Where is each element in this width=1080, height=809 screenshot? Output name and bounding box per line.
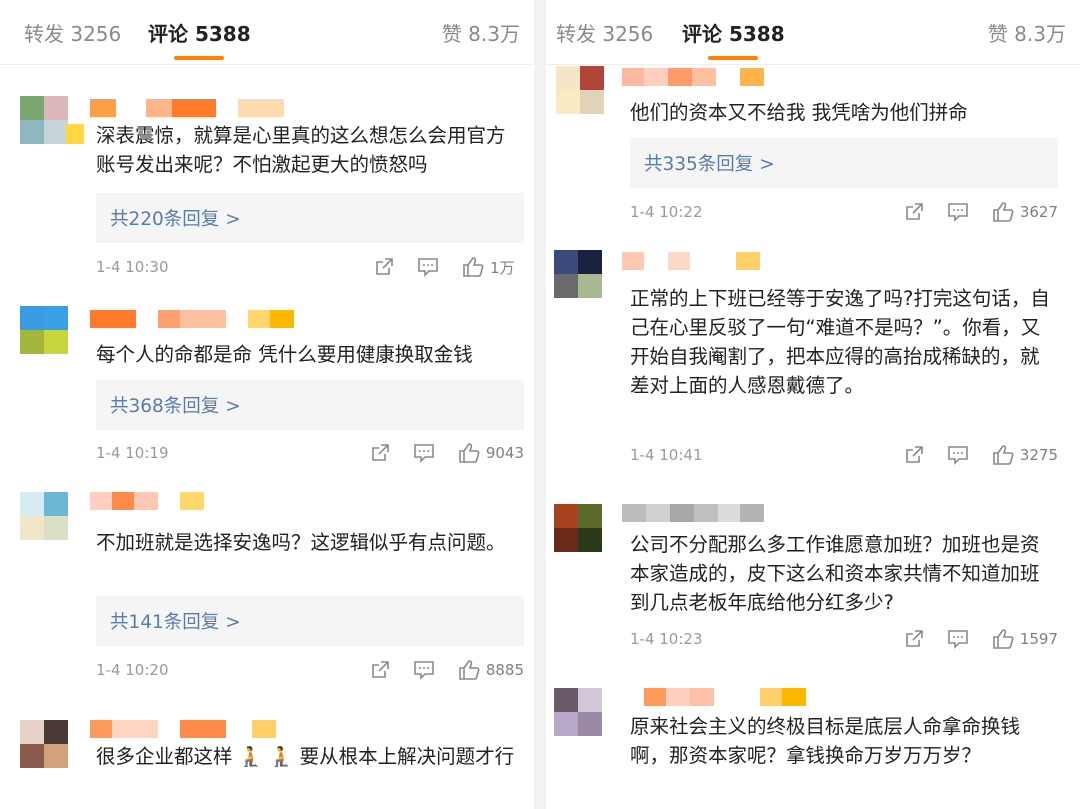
tab-comments[interactable]: 评论 5388 xyxy=(682,18,785,47)
timestamp: 1-4 10:30 xyxy=(96,258,169,276)
right-comment-panel: 转发 3256 评论 5388 赞 8.3万 他们的资本又不给我 我凭啥为他们拼… xyxy=(546,0,1080,809)
comment-meta: 1-4 10:20 8885 xyxy=(96,659,524,683)
comment-meta: 1-4 10:23 1597 xyxy=(630,628,1058,652)
left-comment-panel: 转发 3256 评论 5388 赞 8.3万 深表震惊，就算是心里真的这么想怎么… xyxy=(0,0,534,809)
like-button[interactable]: 3275 xyxy=(992,444,1058,466)
reply-summary[interactable]: 共368条回复 > xyxy=(96,380,524,430)
share-icon[interactable] xyxy=(902,628,926,650)
username-blurred[interactable] xyxy=(622,252,760,270)
comment-text: 不加班就是选择安逸吗？这逻辑似乎有点问题。 xyxy=(96,531,506,554)
avatar[interactable] xyxy=(554,688,602,736)
reply-count-link[interactable]: 共335条回复 > xyxy=(644,150,775,176)
comment-icon[interactable] xyxy=(412,442,436,464)
comment-icon[interactable] xyxy=(946,201,970,223)
timestamp: 1-4 10:41 xyxy=(630,446,703,464)
username-blurred[interactable] xyxy=(90,99,284,117)
like-icon xyxy=(463,257,484,277)
like-count: 1597 xyxy=(1019,630,1058,648)
like-icon xyxy=(459,660,480,680)
like-count: 1万 xyxy=(490,258,515,277)
avatar[interactable] xyxy=(556,66,604,114)
like-button[interactable]: 1万 xyxy=(462,256,524,278)
username-blurred[interactable] xyxy=(644,688,806,706)
like-icon xyxy=(459,443,480,463)
like-count: 3627 xyxy=(1019,203,1058,221)
avatar[interactable] xyxy=(554,504,602,552)
like-count: 8885 xyxy=(485,661,524,679)
tab-bar: 转发 3256 评论 5388 赞 8.3万 xyxy=(0,0,534,65)
like-button[interactable]: 1597 xyxy=(992,628,1058,650)
reply-count-link[interactable]: 共220条回复 > xyxy=(110,205,241,231)
avatar[interactable] xyxy=(20,96,68,144)
comment-text: 深表震惊，就算是心里真的这么想怎么会用官方账号发出来呢？不怕激起更大的愤怒吗 xyxy=(96,124,506,176)
reply-summary[interactable]: 共220条回复 > xyxy=(96,193,524,243)
like-icon xyxy=(993,445,1014,465)
like-count: 3275 xyxy=(1019,446,1058,464)
username-blurred[interactable] xyxy=(90,720,276,738)
username-blurred[interactable] xyxy=(90,492,204,510)
tab-repost[interactable]: 转发 3256 xyxy=(24,18,121,47)
tab-comments[interactable]: 评论 5388 xyxy=(148,18,251,47)
like-icon xyxy=(993,629,1014,649)
username-blurred[interactable] xyxy=(90,310,294,328)
timestamp: 1-4 10:20 xyxy=(96,661,169,679)
username-blurred[interactable] xyxy=(622,504,764,522)
username-blurred[interactable] xyxy=(622,68,764,86)
timestamp: 1-4 10:23 xyxy=(630,630,703,648)
comment-text: 公司不分配那么多工作谁愿意加班？加班也是资本家造成的，皮下这么和资本家共情不知道… xyxy=(630,533,1040,614)
comment-text: 他们的资本又不给我 我凭啥为他们拼命 xyxy=(630,101,968,124)
share-icon[interactable] xyxy=(368,659,392,681)
comment-text: 正常的上下班已经等于安逸了吗?打完这句话，自己在心里反驳了一句“难道不是吗？”。… xyxy=(630,287,1050,397)
comment-text: 很多企业都这样 🧎 🧎 要从根本上解决问题才行 xyxy=(96,745,515,768)
active-tab-indicator xyxy=(708,56,758,60)
comment-icon[interactable] xyxy=(946,628,970,650)
timestamp: 1-4 10:22 xyxy=(630,203,703,221)
avatar[interactable] xyxy=(20,492,68,540)
tab-bar: 转发 3256 评论 5388 赞 8.3万 xyxy=(546,0,1080,65)
like-button[interactable]: 3627 xyxy=(992,201,1058,223)
like-button[interactable]: 8885 xyxy=(458,659,524,681)
like-icon xyxy=(993,202,1014,222)
avatar[interactable] xyxy=(554,250,602,298)
share-icon[interactable] xyxy=(902,444,926,466)
tab-repost[interactable]: 转发 3256 xyxy=(556,18,653,47)
reply-count-link[interactable]: 共368条回复 > xyxy=(110,392,241,418)
comment-icon[interactable] xyxy=(946,444,970,466)
comment-text: 每个人的命都是命 凭什么要用健康换取金钱 xyxy=(96,343,473,366)
comment-meta: 1-4 10:19 9043 xyxy=(96,442,524,466)
active-tab-indicator xyxy=(174,56,224,60)
share-icon[interactable] xyxy=(902,201,926,223)
avatar[interactable] xyxy=(20,720,68,768)
timestamp: 1-4 10:19 xyxy=(96,444,169,462)
comment-text: 原来社会主义的终极目标是底层人命拿命换钱啊，那资本家呢？拿钱换命万岁万万岁？ xyxy=(630,715,1021,767)
comment-meta: 1-4 10:22 3627 xyxy=(630,201,1058,225)
tab-likes[interactable]: 赞 8.3万 xyxy=(988,18,1066,47)
avatar[interactable] xyxy=(20,306,68,354)
reply-summary[interactable]: 共141条回复 > xyxy=(96,596,524,646)
reply-count-link[interactable]: 共141条回复 > xyxy=(110,608,241,634)
like-button[interactable]: 9043 xyxy=(458,442,524,464)
comment-icon[interactable] xyxy=(416,256,440,278)
comment-icon[interactable] xyxy=(412,659,436,681)
panel-divider xyxy=(534,0,546,809)
tab-likes[interactable]: 赞 8.3万 xyxy=(442,18,520,47)
comment-meta: 1-4 10:41 3275 xyxy=(630,444,1058,468)
badge xyxy=(66,124,84,144)
reply-summary[interactable]: 共335条回复 > xyxy=(630,138,1058,188)
like-count: 9043 xyxy=(485,444,524,462)
comment-meta: 1-4 10:30 1万 xyxy=(96,256,524,280)
share-icon[interactable] xyxy=(372,256,396,278)
share-icon[interactable] xyxy=(368,442,392,464)
